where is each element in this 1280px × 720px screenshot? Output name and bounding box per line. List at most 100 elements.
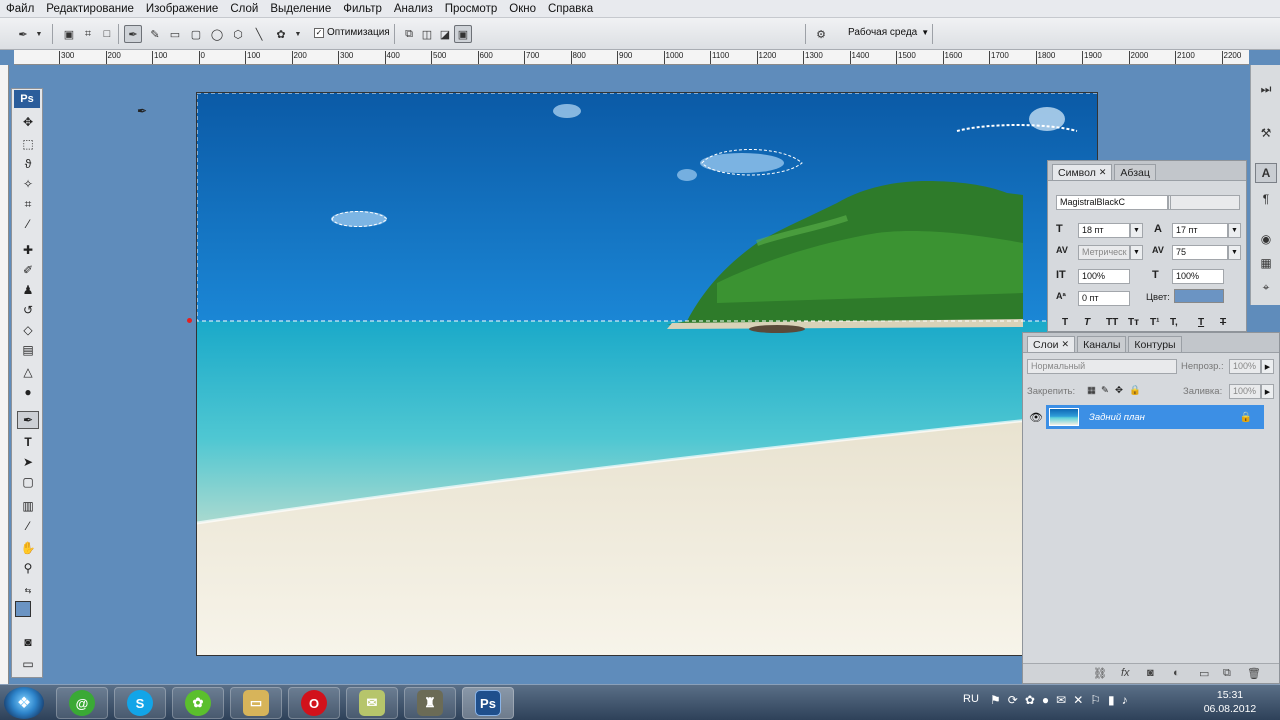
menu-item[interactable]: Файл [0,3,40,15]
polygon-icon[interactable]: ⬡ [229,25,247,43]
brush-tool-icon[interactable]: ✐ [17,261,39,279]
custom-shape-icon[interactable]: ✿ [272,25,290,43]
tray-volume-icon[interactable]: ♪ [1122,693,1128,707]
shape-tool-icon[interactable]: ▢ [17,473,39,491]
clock[interactable]: 15:31 06.08.2012 [1196,688,1264,716]
underline-button[interactable]: T [1198,317,1204,328]
type-tool-icon[interactable]: T [17,433,39,451]
dodge-tool-icon[interactable]: ● [17,383,39,401]
menu-item[interactable]: Фильтр [337,3,388,15]
menu-item[interactable]: Изображение [140,3,224,15]
subscript-button[interactable]: T, [1170,317,1178,328]
vertical-scale-field[interactable]: 100% [1078,269,1130,284]
horizontal-scale-field[interactable]: 100% [1172,269,1224,284]
fill-pixels-icon[interactable]: □ [98,25,116,43]
taskbar-button-notes[interactable]: ✉ [346,687,398,719]
horizontal-ruler[interactable]: 300 200 100 0 100 200 300 400 500 600 700 800 900 100… [14,50,1249,65]
tab-layers[interactable]: Слои ✕ [1027,336,1076,352]
eraser-tool-icon[interactable]: ◇ [17,321,39,339]
path-anchor-point[interactable] [187,318,192,323]
history-brush-icon[interactable]: ↺ [17,301,39,319]
preset-dropdown-icon[interactable]: ▼ [33,25,45,43]
tray-chat-icon[interactable]: ● [1042,693,1049,707]
workspace-switcher[interactable]: Рабочая среда ▼ [848,27,929,38]
start-button[interactable]: ❖ [4,687,44,719]
close-icon[interactable]: ✕ [1062,339,1070,350]
lock-transparent-icon[interactable]: ▦ [1087,385,1096,396]
history-panel-icon[interactable]: ⏭ [1255,79,1277,99]
blur-tool-icon[interactable]: △ [17,363,39,381]
document-canvas[interactable] [196,92,1098,656]
pen-icon[interactable]: ✒ [124,25,142,43]
freeform-pen-icon[interactable]: ✎ [146,25,164,43]
menu-item[interactable]: Окно [503,3,542,15]
eye-icon[interactable]: 👁 [1029,411,1043,424]
eyedropper-tool-icon[interactable]: ⁄ [17,215,39,233]
tab-paths[interactable]: Контуры [1128,336,1182,352]
taskbar-button-icq[interactable]: @ [56,687,108,719]
layer-style-icon[interactable]: fx [1121,667,1130,679]
opacity-dropdown[interactable]: ▶ [1261,359,1274,374]
checkbox-checked-icon[interactable]: ✓ [314,27,324,38]
adjustments-panel-icon[interactable]: ⌖ [1255,277,1277,297]
paths-icon[interactable]: ⌗ [79,25,97,43]
taskbar-button-skype[interactable]: S [114,687,166,719]
new-layer-icon[interactable]: ⧉ [1223,667,1231,680]
kerning-field[interactable]: Метрическ [1078,245,1130,260]
adjustment-layer-icon[interactable]: ◐ [1173,667,1180,679]
taskbar-button-opera[interactable]: O [288,687,340,719]
close-icon[interactable]: ✕ [1099,167,1107,178]
taskbar-button-photoshop[interactable]: Ps [462,687,514,719]
lasso-tool-icon[interactable]: ϑ [17,155,39,173]
clone-stamp-icon[interactable]: ♟ [17,281,39,299]
strikethrough-button[interactable]: T [1220,317,1226,328]
shape-dropdown-icon[interactable]: ▼ [292,25,304,43]
layer-row[interactable]: Задний план 🔒 [1046,405,1264,429]
baseline-shift-field[interactable]: 0 пт [1078,291,1130,306]
tracking-field[interactable]: 75 [1172,245,1228,260]
text-color-swatch[interactable] [1174,289,1224,303]
gradient-tool-icon[interactable]: ▤ [17,341,39,359]
healing-brush-icon[interactable]: ✚ [17,241,39,259]
pen-tool-preset-icon[interactable]: ✒ [14,25,32,43]
taskbar-button-icq-flower[interactable]: ✿ [172,687,224,719]
path-intersect-icon[interactable]: ◪ [436,25,454,43]
path-subtract-icon[interactable]: ◫ [418,25,436,43]
vertical-ruler[interactable] [0,65,9,685]
fill-field[interactable]: 100% [1229,384,1261,399]
tray-icq-icon[interactable]: ✿ [1025,693,1035,707]
actions-panel-icon[interactable]: ⚒ [1255,123,1277,143]
magic-wand-icon[interactable]: ✧ [17,175,39,193]
eyedropper-3d-icon[interactable]: ⁄ [17,517,39,535]
hand-tool-icon[interactable]: ✋ [17,539,39,557]
tray-tools-icon[interactable]: ✕ [1073,693,1083,707]
menu-item[interactable]: Анализ [388,3,439,15]
opacity-field[interactable]: 100% [1229,359,1261,374]
faux-italic-button[interactable]: T [1084,317,1090,328]
tab-channels[interactable]: Каналы [1077,336,1127,352]
marquee-tool-icon[interactable]: ⬚ [17,135,39,153]
lock-image-icon[interactable]: ✎ [1101,385,1109,396]
shape-layers-icon[interactable]: ▣ [60,25,78,43]
swap-colors-icon[interactable]: ⇆ [17,581,39,599]
pen-tool-icon[interactable]: ✒ [17,411,39,429]
all-caps-button[interactable]: TT [1106,317,1118,328]
font-family-field[interactable]: MagistralBlackC [1056,195,1168,210]
superscript-button[interactable]: T¹ [1150,317,1159,328]
swatches-panel-icon[interactable]: ▦ [1255,253,1277,273]
kerning-dropdown[interactable]: ▼ [1130,245,1143,260]
ellipse-icon[interactable]: ◯ [208,25,226,43]
blend-mode-select[interactable]: Нормальный [1027,359,1177,374]
fill-dropdown[interactable]: ▶ [1261,384,1274,399]
tab-paragraph[interactable]: Абзац [1114,164,1156,180]
faux-bold-button[interactable]: T [1062,317,1068,328]
delete-layer-icon[interactable]: 🗑 [1247,667,1261,680]
optimize-checkbox[interactable]: ✓ Оптимизация [314,27,390,38]
link-layers-icon[interactable]: ⛓ [1093,667,1107,680]
taskbar-button-explorer[interactable]: ▭ [230,687,282,719]
foreground-color-swatch[interactable] [15,601,31,617]
quick-mask-icon[interactable]: ◙ [17,633,39,651]
menu-item[interactable]: Справка [542,3,599,15]
notes-tool-icon[interactable]: ▥ [17,497,39,515]
tool-preset-icon[interactable]: ⚙ [811,25,831,43]
